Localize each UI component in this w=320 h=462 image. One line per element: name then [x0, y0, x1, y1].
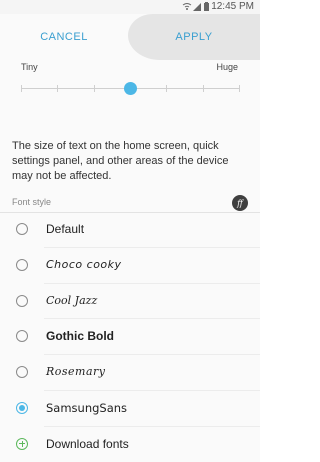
font-option-label: SamsungSans [46, 400, 128, 415]
radio-button[interactable] [16, 330, 28, 343]
radio-button[interactable] [16, 366, 28, 379]
download-fonts-label: Download fonts [46, 436, 129, 451]
radio-button[interactable] [16, 294, 28, 307]
font-style-list: Default Choco cooky Cool Jazz Gothic Bol… [0, 212, 260, 462]
slider-tick [239, 85, 240, 92]
slider-tick [21, 85, 22, 92]
font-option-label: Rosemary [46, 365, 106, 379]
radio-button-checked[interactable] [16, 401, 28, 414]
font-option-label: Gothic Bold [46, 329, 114, 344]
radio-button[interactable] [16, 258, 28, 271]
slider-tick [93, 85, 95, 92]
download-fonts-item[interactable]: Download fonts [0, 427, 260, 462]
font-option-cool-jazz[interactable]: Cool Jazz [0, 284, 260, 320]
slider-max-label: Huge [216, 62, 238, 72]
wifi-icon [182, 3, 192, 10]
slider-tick [166, 85, 168, 92]
font-option-gothic-bold[interactable]: Gothic Bold [0, 319, 260, 355]
slider-tick [202, 85, 204, 92]
battery-icon [204, 2, 209, 11]
action-bar: CANCEL APPLY [0, 14, 260, 60]
slider-tick [57, 85, 59, 92]
font-size-slider-section: Tiny Huge [0, 60, 260, 120]
font-option-default[interactable]: Default [0, 212, 260, 248]
apply-button[interactable]: APPLY [128, 14, 260, 60]
font-option-samsungsans[interactable]: SamsungSans [0, 391, 260, 427]
font-ff-icon[interactable]: ff [232, 195, 248, 211]
radio-button[interactable] [16, 223, 28, 235]
font-style-title: Font style [12, 197, 52, 207]
status-bar: 12:45 PM [0, 0, 260, 14]
font-style-header: Font style ff [0, 194, 260, 213]
font-size-description: The size of text on the home screen, qui… [12, 140, 229, 182]
font-option-label: Default [46, 222, 85, 236]
font-size-slider-thumb[interactable] [124, 82, 137, 95]
cancel-button[interactable]: CANCEL [0, 14, 128, 60]
add-icon [16, 437, 28, 450]
slider-min-label: Tiny [21, 62, 38, 72]
font-option-rosemary[interactable]: Rosemary [0, 355, 260, 391]
status-time: 12:45 PM [211, 1, 254, 12]
font-settings-screen: 12:45 PM CANCEL APPLY Tiny Huge The size… [0, 0, 260, 462]
status-icons [182, 2, 209, 11]
signal-icon [193, 3, 201, 11]
font-option-label: Choco cooky [46, 257, 122, 271]
font-option-label: Cool Jazz [46, 293, 98, 307]
font-option-choco-cooky[interactable]: Choco cooky [0, 248, 260, 284]
